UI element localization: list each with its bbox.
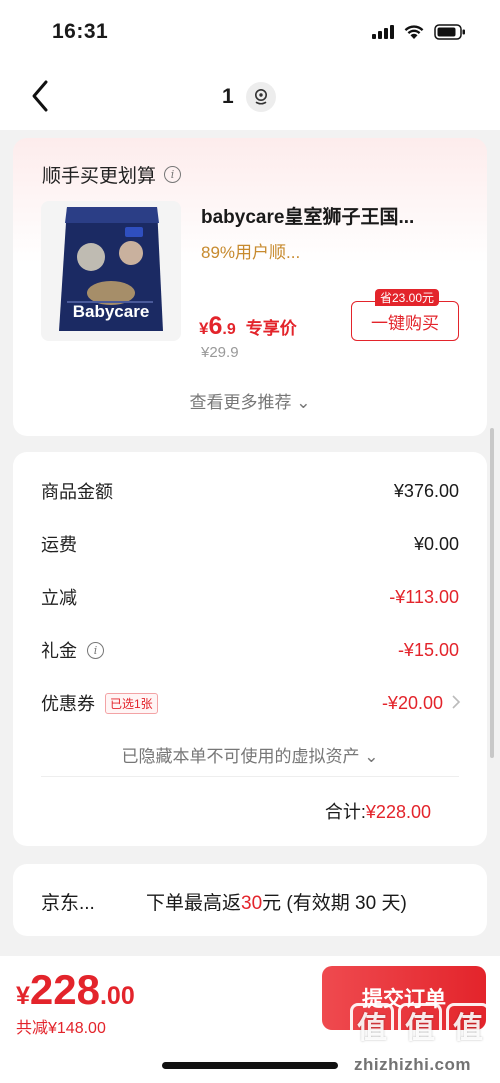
total-value: ¥228.00 [365,802,431,822]
summary-value: -¥15.00 [397,639,459,660]
summary-row-discount: 立减 -¥113.00 [41,582,459,612]
checkout-saved-amount: 共减¥148.00 [16,1020,106,1037]
summary-label: 运费 [41,535,77,555]
save-badge: 省23.00元 [375,289,440,306]
rebate-amount: 30 [241,893,263,914]
status-time: 16:31 [52,20,109,43]
rebate-prefix: 下单最高返 [146,893,242,914]
checkout-price-yen: ¥ [16,982,30,1010]
summary-row-coupon[interactable]: 优惠券 已选1张 -¥20.00 [41,688,461,718]
price-yen: ¥ [199,319,209,338]
nav-title-wrap: 1 [222,82,276,112]
rebate-card[interactable]: 京东... 下单最高返30元 (有效期 30 天) [13,864,487,936]
summary-value: -¥113.00 [389,586,459,607]
original-price: ¥29.9 [201,344,239,361]
product-image[interactable]: Babycare [41,201,181,341]
scrollbar[interactable] [490,428,494,758]
signal-icon [372,25,394,39]
summary-label: 优惠券 [41,694,95,714]
chevron-right-icon [451,694,461,714]
coupon-chip: 已选1张 [105,692,158,714]
summary-value: ¥0.00 [413,533,459,554]
page-title: 1 [222,85,234,108]
location-icon[interactable] [245,82,276,112]
summary-label: 立减 [41,588,77,608]
battery-icon [434,24,466,40]
info-icon[interactable]: i [87,641,104,659]
price-integer: 6 [208,312,223,340]
summary-label: 礼金 [41,641,77,661]
checkout-price-decimal: .00 [99,982,135,1010]
summary-value: -¥20.00 [381,692,443,713]
more-recommendations-link[interactable]: 查看更多推荐 ⌄ [13,388,487,413]
product-name[interactable]: babycare皇室狮子王国... [201,202,471,229]
summary-row-goods: 商品金额 ¥376.00 [41,476,459,506]
summary-label: 商品金额 [41,482,113,502]
rebate-info: 下单最高返30元 (有效期 30 天) [146,888,407,915]
product-price: ¥ 6 .9 专享价 [199,312,297,341]
nav-bar: 1 [0,62,500,130]
one-click-buy-button[interactable]: 一键购买 [351,301,459,341]
rebate-title: 京东... [41,893,95,914]
checkout-bar: ¥ 228 .00 共减¥148.00 提交订单 [0,956,500,1083]
price-decimal: .9 [222,321,236,338]
home-indicator [162,1062,338,1069]
total-label: 合计: [324,802,366,822]
rebate-suffix: 元 (有效期 30 天) [262,893,407,914]
summary-row-gift: 礼金 i -¥15.00 [41,635,459,665]
total-row: 合计:¥228.00 [325,798,431,824]
hidden-assets-toggle[interactable]: 已隐藏本单不可使用的虚拟资产 ⌄ [13,742,487,767]
product-image-brand: Babycare [73,302,150,321]
recommend-title-row: 顺手买更划算 i [42,161,182,188]
product-tag: 89%用户顺... [201,243,301,262]
recommend-title: 顺手买更划算 [42,166,157,187]
checkout-total-price: ¥ 228 .00 [16,966,135,1014]
status-bar: 16:31 [0,0,500,62]
recommend-card: 顺手买更划算 i Babycare babycare皇室狮子王国... 89%用… [13,138,487,436]
summary-value: ¥376.00 [393,480,459,501]
back-button[interactable] [28,78,56,114]
price-label: 专享价 [245,319,297,338]
checkout-price-integer: 228 [29,966,100,1013]
status-icons [372,24,466,40]
wifi-icon [403,24,425,40]
summary-row-shipping: 运费 ¥0.00 [41,529,459,559]
divider [41,776,459,777]
price-summary-card: 商品金额 ¥376.00 运费 ¥0.00 立减 -¥113.00 礼金 i -… [13,452,487,846]
submit-order-button[interactable]: 提交订单 [322,966,486,1030]
info-icon[interactable]: i [164,166,182,183]
back-icon [32,80,48,112]
